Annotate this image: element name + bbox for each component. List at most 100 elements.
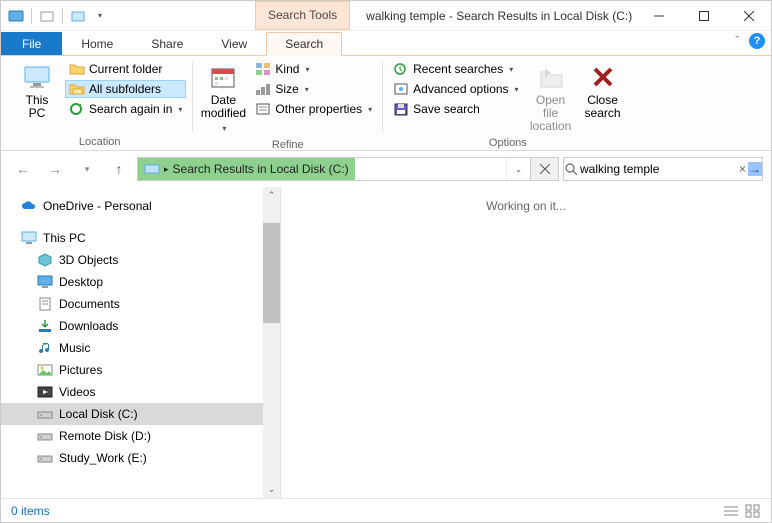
qa-item-1[interactable]	[38, 7, 56, 25]
recent-icon	[393, 62, 409, 76]
search-icon	[564, 162, 578, 176]
tree-item[interactable]: Pictures	[1, 359, 280, 381]
ribbon-tabs: File Home Share View Search ˇ ?	[1, 31, 771, 55]
doc-icon	[37, 296, 53, 312]
tree-this-pc[interactable]: This PC	[1, 227, 280, 249]
search-input[interactable]	[578, 162, 737, 176]
scroll-down-button[interactable]: ⌄	[263, 481, 280, 498]
size-button[interactable]: Size ▾	[251, 80, 376, 98]
address-text: Search Results in Local Disk (C:)	[173, 162, 349, 176]
open-location-icon	[535, 62, 567, 92]
maximize-button[interactable]	[681, 1, 726, 30]
chevron-down-icon: ▾	[178, 105, 182, 114]
all-subfolders-button[interactable]: All subfolders	[65, 80, 186, 98]
date-modified-button[interactable]: Date modified ▾	[199, 60, 247, 137]
tab-share[interactable]: Share	[132, 32, 202, 55]
save-icon	[393, 102, 409, 116]
stop-refresh-button[interactable]	[530, 158, 558, 180]
recent-locations-button[interactable]: ▾	[73, 155, 101, 183]
body: OneDrive - Personal This PC 3D Objects De…	[1, 187, 771, 498]
kind-icon	[255, 62, 271, 76]
tree-item[interactable]: Desktop	[1, 271, 280, 293]
drive-icon	[144, 162, 160, 176]
folder-icon	[69, 62, 85, 76]
help-icon[interactable]: ?	[749, 33, 765, 49]
window-title: walking temple - Search Results in Local…	[350, 1, 636, 30]
tree-item[interactable]: Documents	[1, 293, 280, 315]
up-button[interactable]: ↑	[105, 155, 133, 183]
tree-item-label: Documents	[59, 297, 120, 311]
monitor-icon	[21, 230, 37, 246]
tree-item[interactable]: Downloads	[1, 315, 280, 337]
details-view-icon[interactable]	[723, 504, 739, 518]
drive-icon	[37, 406, 53, 422]
group-refine: Date modified ▾ Kind ▾ Size ▾ Other prop…	[193, 60, 382, 150]
breadcrumb-caret[interactable]: ▸	[164, 164, 169, 175]
other-properties-button[interactable]: Other properties ▾	[251, 100, 376, 118]
advanced-options-button[interactable]: Advanced options ▾	[389, 80, 522, 98]
search-go-button[interactable]: →	[748, 162, 762, 176]
window-controls	[636, 1, 771, 30]
navigation-row: ← → ▾ ↑ ▸ Search Results in Local Disk (…	[1, 151, 771, 187]
tree-item-label: 3D Objects	[59, 253, 118, 267]
scroll-up-button[interactable]: ⌃	[263, 187, 280, 204]
tree-onedrive[interactable]: OneDrive - Personal	[1, 195, 280, 217]
tab-search[interactable]: Search	[266, 32, 342, 56]
this-pc-button[interactable]: This PC	[13, 60, 61, 122]
forward-button: →	[41, 155, 69, 183]
tree-item-label: Music	[59, 341, 90, 355]
recent-searches-button[interactable]: Recent searches ▾	[389, 60, 522, 78]
ribbon-collapse-icon[interactable]: ˇ	[735, 35, 739, 47]
group-location: This PC Current folder All subfolders Se…	[7, 60, 192, 150]
chevron-down-icon: ▾	[515, 85, 519, 94]
close-x-icon	[587, 62, 619, 92]
tree-item-label: Local Disk (C:)	[59, 407, 138, 421]
search-again-in-button[interactable]: Search again in ▾	[65, 100, 186, 118]
qa-item-2[interactable]	[69, 7, 87, 25]
search-box[interactable]: × →	[563, 157, 763, 181]
thumbnails-view-icon[interactable]	[745, 504, 761, 518]
minimize-button[interactable]	[636, 1, 681, 30]
qa-dropdown[interactable]: ▾	[91, 7, 109, 25]
close-search-button[interactable]: Close search	[579, 60, 627, 122]
kind-button[interactable]: Kind ▾	[251, 60, 376, 78]
tree-item-label: Downloads	[59, 319, 118, 333]
close-button[interactable]	[726, 1, 771, 30]
properties-icon	[255, 102, 271, 116]
status-bar: 0 items	[1, 498, 771, 522]
tab-home[interactable]: Home	[62, 32, 132, 55]
refresh-search-icon	[69, 102, 85, 116]
save-search-button[interactable]: Save search	[389, 100, 522, 118]
back-button[interactable]: ←	[9, 155, 37, 183]
pictures-icon	[37, 362, 53, 378]
clear-search-button[interactable]: ×	[737, 162, 748, 176]
tree-item-label: Videos	[59, 385, 95, 399]
tree-item[interactable]: Study_Work (E:)	[1, 447, 280, 469]
cloud-icon	[21, 198, 37, 214]
status-text: Working on it...	[486, 199, 566, 213]
address-bar[interactable]: ▸ Search Results in Local Disk (C:) ⌄	[137, 157, 559, 181]
tab-view[interactable]: View	[202, 32, 266, 55]
tree-item[interactable]: Music	[1, 337, 280, 359]
navigation-tree[interactable]: OneDrive - Personal This PC 3D Objects De…	[1, 187, 281, 498]
chevron-down-icon: ▾	[305, 65, 309, 74]
current-folder-button[interactable]: Current folder	[65, 60, 186, 78]
tree-item-label: Remote Disk (D:)	[59, 429, 151, 443]
calendar-icon	[207, 62, 239, 92]
tree-scrollbar-thumb[interactable]	[263, 223, 280, 323]
tree-item[interactable]: Remote Disk (D:)	[1, 425, 280, 447]
cube-icon	[37, 252, 53, 268]
drive-icon	[37, 450, 53, 466]
music-icon	[37, 340, 53, 356]
chevron-down-icon: ▾	[222, 122, 226, 135]
tree-item[interactable]: Videos	[1, 381, 280, 403]
videos-icon	[37, 384, 53, 400]
tree-item[interactable]: Local Disk (C:)	[1, 403, 280, 425]
tab-file[interactable]: File	[1, 32, 62, 55]
group-options: Recent searches ▾ Advanced options ▾ Sav…	[383, 60, 632, 150]
open-file-location-button: Open file location	[527, 60, 575, 135]
address-dropdown[interactable]: ⌄	[506, 158, 530, 180]
chevron-down-icon: ▾	[509, 65, 513, 74]
tree-item[interactable]: 3D Objects	[1, 249, 280, 271]
results-pane: Working on it...	[281, 187, 771, 498]
